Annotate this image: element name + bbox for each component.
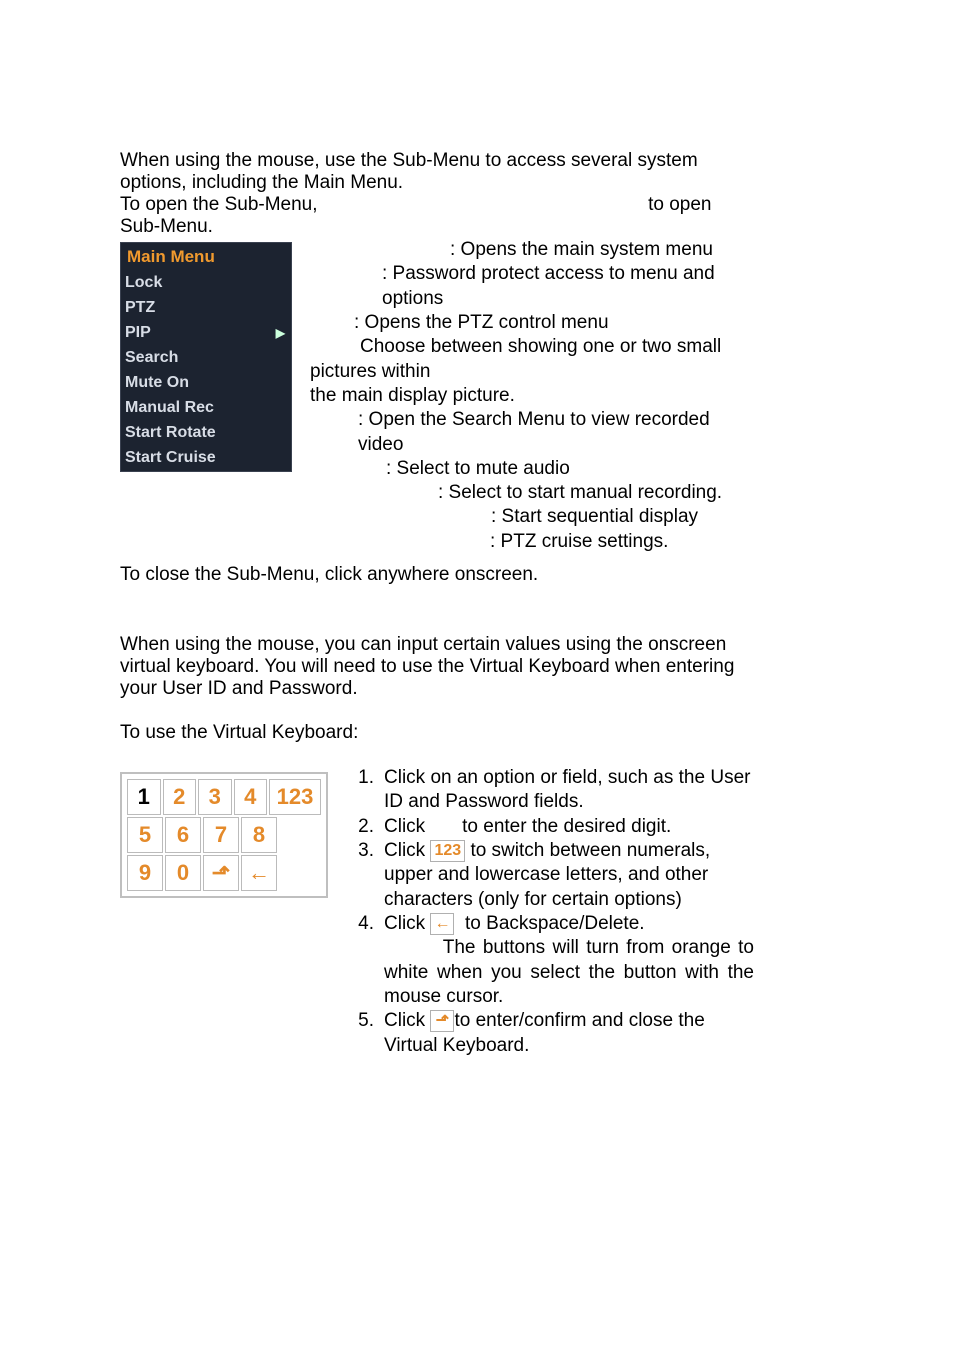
intro-p1: When using the mouse, use the Sub-Menu t… [120, 150, 754, 194]
desc-ptz: : Opens the PTZ control menu [310, 311, 754, 335]
step-5: 5. Click ⬏to enter/confirm and close the… [348, 1009, 754, 1058]
close-submenu-text: To close the Sub-Menu, click anywhere on… [120, 564, 754, 586]
submenu-item-label: Search [125, 349, 178, 367]
key-8[interactable]: 8 [241, 817, 277, 853]
desc-search: : Open the Search Menu to view recorded … [310, 408, 754, 457]
step-4b: to Backspace/Delete. [465, 913, 645, 934]
submenu-item-label: Start Cruise [125, 449, 216, 467]
note-text: The buttons will turn from orange to whi… [384, 937, 754, 1007]
step-3a: Click [384, 840, 425, 861]
sub-menu-panel: Main Menu Lock PTZ PIP ▶ Search Mute On … [120, 242, 292, 472]
chevron-right-icon: ▶ [276, 326, 285, 340]
submenu-item-label: PTZ [125, 299, 155, 317]
desc-start-rotate: : Start sequential display [310, 505, 754, 529]
backspace-icon: ← [430, 913, 454, 935]
submenu-item-label: Lock [125, 274, 162, 292]
step-5a: Click [384, 1010, 425, 1031]
submenu-item-label: PIP [125, 324, 151, 342]
submenu-item-ptz[interactable]: PTZ [121, 296, 291, 321]
submenu-item-label: Start Rotate [125, 424, 216, 442]
page: When using the mouse, use the Sub-Menu t… [0, 0, 794, 1098]
desc-main-menu: : Opens the main system menu [310, 238, 754, 262]
key-2[interactable]: 2 [163, 779, 197, 815]
submenu-item-search[interactable]: Search [121, 346, 291, 371]
key-5[interactable]: 5 [127, 817, 163, 853]
submenu-item-manual-rec[interactable]: Manual Rec [121, 396, 291, 421]
mode-123-icon: 123 [430, 840, 465, 862]
enter-icon: ⬏ [430, 1010, 454, 1032]
submenu-item-start-rotate[interactable]: Start Rotate [121, 421, 291, 446]
submenu-item-lock[interactable]: Lock [121, 271, 291, 296]
step-2b: to enter the desired digit. [462, 816, 671, 837]
vk-p1: When using the mouse, you can input cert… [120, 634, 754, 700]
step-3: 3. Click 123 to switch between numerals,… [348, 839, 754, 912]
submenu-row: Main Menu Lock PTZ PIP ▶ Search Mute On … [120, 238, 754, 554]
step-2a: Click [384, 816, 425, 837]
submenu-item-mute[interactable]: Mute On [121, 371, 291, 396]
key-6[interactable]: 6 [165, 817, 201, 853]
key-9[interactable]: 9 [127, 855, 163, 891]
keyboard-and-steps: 1 2 3 4 123 5 6 7 8 9 0 ⬏ ← [120, 766, 754, 1058]
desc-pip: Choose between showing one or two small … [310, 335, 754, 408]
submenu-descriptions: : Opens the main system menu : Password … [310, 238, 754, 554]
submenu-item-label: Manual Rec [125, 399, 214, 417]
virtual-keyboard: 1 2 3 4 123 5 6 7 8 9 0 ⬏ ← [120, 772, 328, 898]
submenu-item-pip[interactable]: PIP ▶ [121, 321, 291, 346]
submenu-header[interactable]: Main Menu [121, 243, 291, 271]
step-4a: Click [384, 913, 425, 934]
key-7[interactable]: 7 [203, 817, 239, 853]
desc-mute: : Select to mute audio [310, 457, 754, 481]
desc-lock: : Password protect access to menu and op… [310, 262, 754, 311]
vk-p2: To use the Virtual Keyboard: [120, 722, 754, 744]
desc-start-cruise: : PTZ cruise settings. [310, 530, 754, 554]
key-3[interactable]: 3 [198, 779, 232, 815]
step-1-text: Click on an option or field, such as the… [384, 766, 754, 815]
key-4[interactable]: 4 [234, 779, 268, 815]
submenu-item-label: Mute On [125, 374, 189, 392]
submenu-item-start-cruise[interactable]: Start Cruise [121, 446, 291, 471]
key-backspace[interactable]: ← [241, 855, 277, 891]
key-mode-123[interactable]: 123 [269, 779, 321, 815]
step-4: 4. Click ← to Backspace/Delete. The butt… [348, 912, 754, 1009]
step-2: 2. Click to enter the desired digit. [348, 815, 754, 839]
key-1[interactable]: 1 [127, 779, 161, 815]
desc-manual-rec: : Select to start manual recording. [310, 481, 754, 505]
desc-pip-b: the main display picture. [310, 385, 515, 406]
key-0[interactable]: 0 [165, 855, 201, 891]
desc-pip-a: Choose between showing one or two small … [310, 336, 721, 381]
steps-list: 1. Click on an option or field, such as … [348, 766, 754, 1058]
virtual-keyboard-section: When using the mouse, you can input cert… [120, 634, 754, 1058]
intro-p2a: To open the Sub-Menu, [120, 194, 318, 215]
intro-p2: To open the Sub-Menu, to open Sub-Menu. [120, 194, 754, 238]
key-enter[interactable]: ⬏ [203, 855, 239, 891]
step-1: 1. Click on an option or field, such as … [348, 766, 754, 815]
